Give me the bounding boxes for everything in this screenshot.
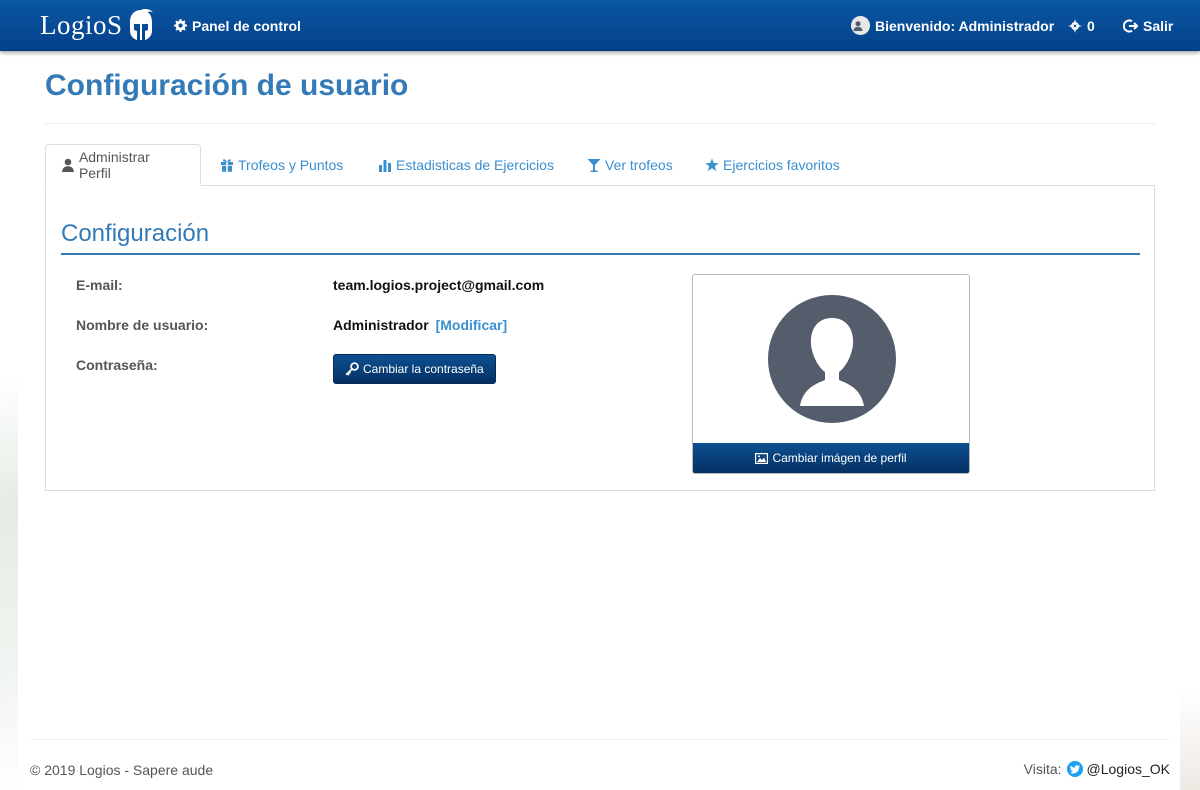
twitter-handle-link[interactable]: @Logios_OK bbox=[1087, 761, 1170, 777]
bar-chart-icon bbox=[379, 160, 391, 172]
user-avatar-icon bbox=[851, 16, 870, 35]
gear-icon bbox=[174, 19, 187, 32]
profile-panel: Configuración E-mail: team.logios.projec… bbox=[45, 185, 1155, 491]
footer-copyright: © 2019 Logios - Sapere aude bbox=[30, 762, 214, 778]
username-value: Administrador bbox=[333, 317, 429, 333]
twitter-icon[interactable] bbox=[1066, 761, 1083, 777]
section-title: Configuración bbox=[61, 220, 210, 247]
nav-logout[interactable]: Salir bbox=[1123, 0, 1173, 51]
top-navbar: LogioS Panel de control Bienvenido: Admi… bbox=[0, 0, 1200, 51]
tab-label: Ver trofeos bbox=[605, 157, 673, 173]
tab-estadisticas[interactable]: Estadisticas de Ejercicios bbox=[363, 144, 569, 186]
gift-icon bbox=[221, 159, 233, 172]
email-label: E-mail: bbox=[76, 277, 123, 293]
user-icon bbox=[61, 158, 74, 172]
welcome-label: Bienvenido: Administrador bbox=[875, 17, 1055, 34]
tab-label: Administrar Perfil bbox=[78, 149, 150, 181]
change-profile-image-label: Cambiar imágen de perfil bbox=[772, 451, 907, 465]
logout-label: Salir bbox=[1143, 17, 1174, 34]
nav-user-welcome[interactable]: Bienvenido: Administrador bbox=[851, 0, 1054, 51]
password-label: Contraseña: bbox=[76, 357, 158, 373]
key-icon bbox=[345, 362, 359, 376]
visit-label: Visita: bbox=[1023, 761, 1062, 777]
tab-label: Trofeos y Puntos bbox=[238, 157, 344, 173]
default-avatar-icon bbox=[768, 295, 896, 423]
modify-username-link[interactable]: [Modificar] bbox=[436, 317, 508, 333]
tab-trofeos-puntos[interactable]: Trofeos y Puntos bbox=[205, 144, 358, 186]
change-profile-image-button[interactable]: Cambiar imágen de perfil bbox=[693, 443, 969, 473]
spartan-helmet-icon bbox=[129, 9, 153, 40]
background-decoration bbox=[1180, 690, 1200, 790]
page-title: Configuración de usuario bbox=[45, 69, 409, 102]
logout-icon bbox=[1123, 19, 1138, 32]
change-password-label: Cambiar la contraseña bbox=[363, 362, 484, 376]
tab-label: Estadisticas de Ejercicios bbox=[396, 157, 554, 173]
background-decoration bbox=[0, 376, 18, 790]
header-divider bbox=[45, 123, 1155, 124]
image-icon bbox=[755, 452, 769, 464]
nav-points[interactable]: 0 bbox=[1068, 0, 1095, 51]
email-value: team.logios.project@gmail.com bbox=[333, 277, 545, 293]
tab-administrar-perfil[interactable]: Administrar Perfil bbox=[45, 144, 201, 186]
compass-icon bbox=[1068, 18, 1082, 33]
points-count: 0 bbox=[1087, 17, 1095, 34]
section-divider bbox=[61, 253, 1140, 255]
footer-divider bbox=[30, 739, 1170, 740]
nav-control-panel[interactable]: Panel de control bbox=[174, 0, 301, 51]
username-row: Administrador [Modificar] bbox=[333, 317, 507, 333]
brand-logo[interactable]: LogioS bbox=[40, 6, 154, 44]
star-icon bbox=[705, 158, 719, 171]
username-label: Nombre de usuario: bbox=[76, 317, 209, 333]
profile-tabs: Administrar Perfil Trofeos y Puntos Esta… bbox=[45, 144, 1155, 186]
tab-label: Ejercicios favoritos bbox=[723, 157, 840, 173]
tab-ver-trofeos[interactable]: Ver trofeos bbox=[572, 144, 688, 186]
brand-text: LogioS bbox=[40, 9, 123, 40]
profile-picture-card: Cambiar imágen de perfil bbox=[692, 274, 970, 474]
trophy-cup-icon bbox=[587, 159, 601, 172]
nav-control-panel-label: Panel de control bbox=[192, 17, 301, 34]
footer-social: Visita: @Logios_OK bbox=[1024, 761, 1170, 777]
tab-ejercicios-favoritos[interactable]: Ejercicios favoritos bbox=[690, 144, 855, 186]
change-password-button[interactable]: Cambiar la contraseña bbox=[333, 354, 496, 384]
